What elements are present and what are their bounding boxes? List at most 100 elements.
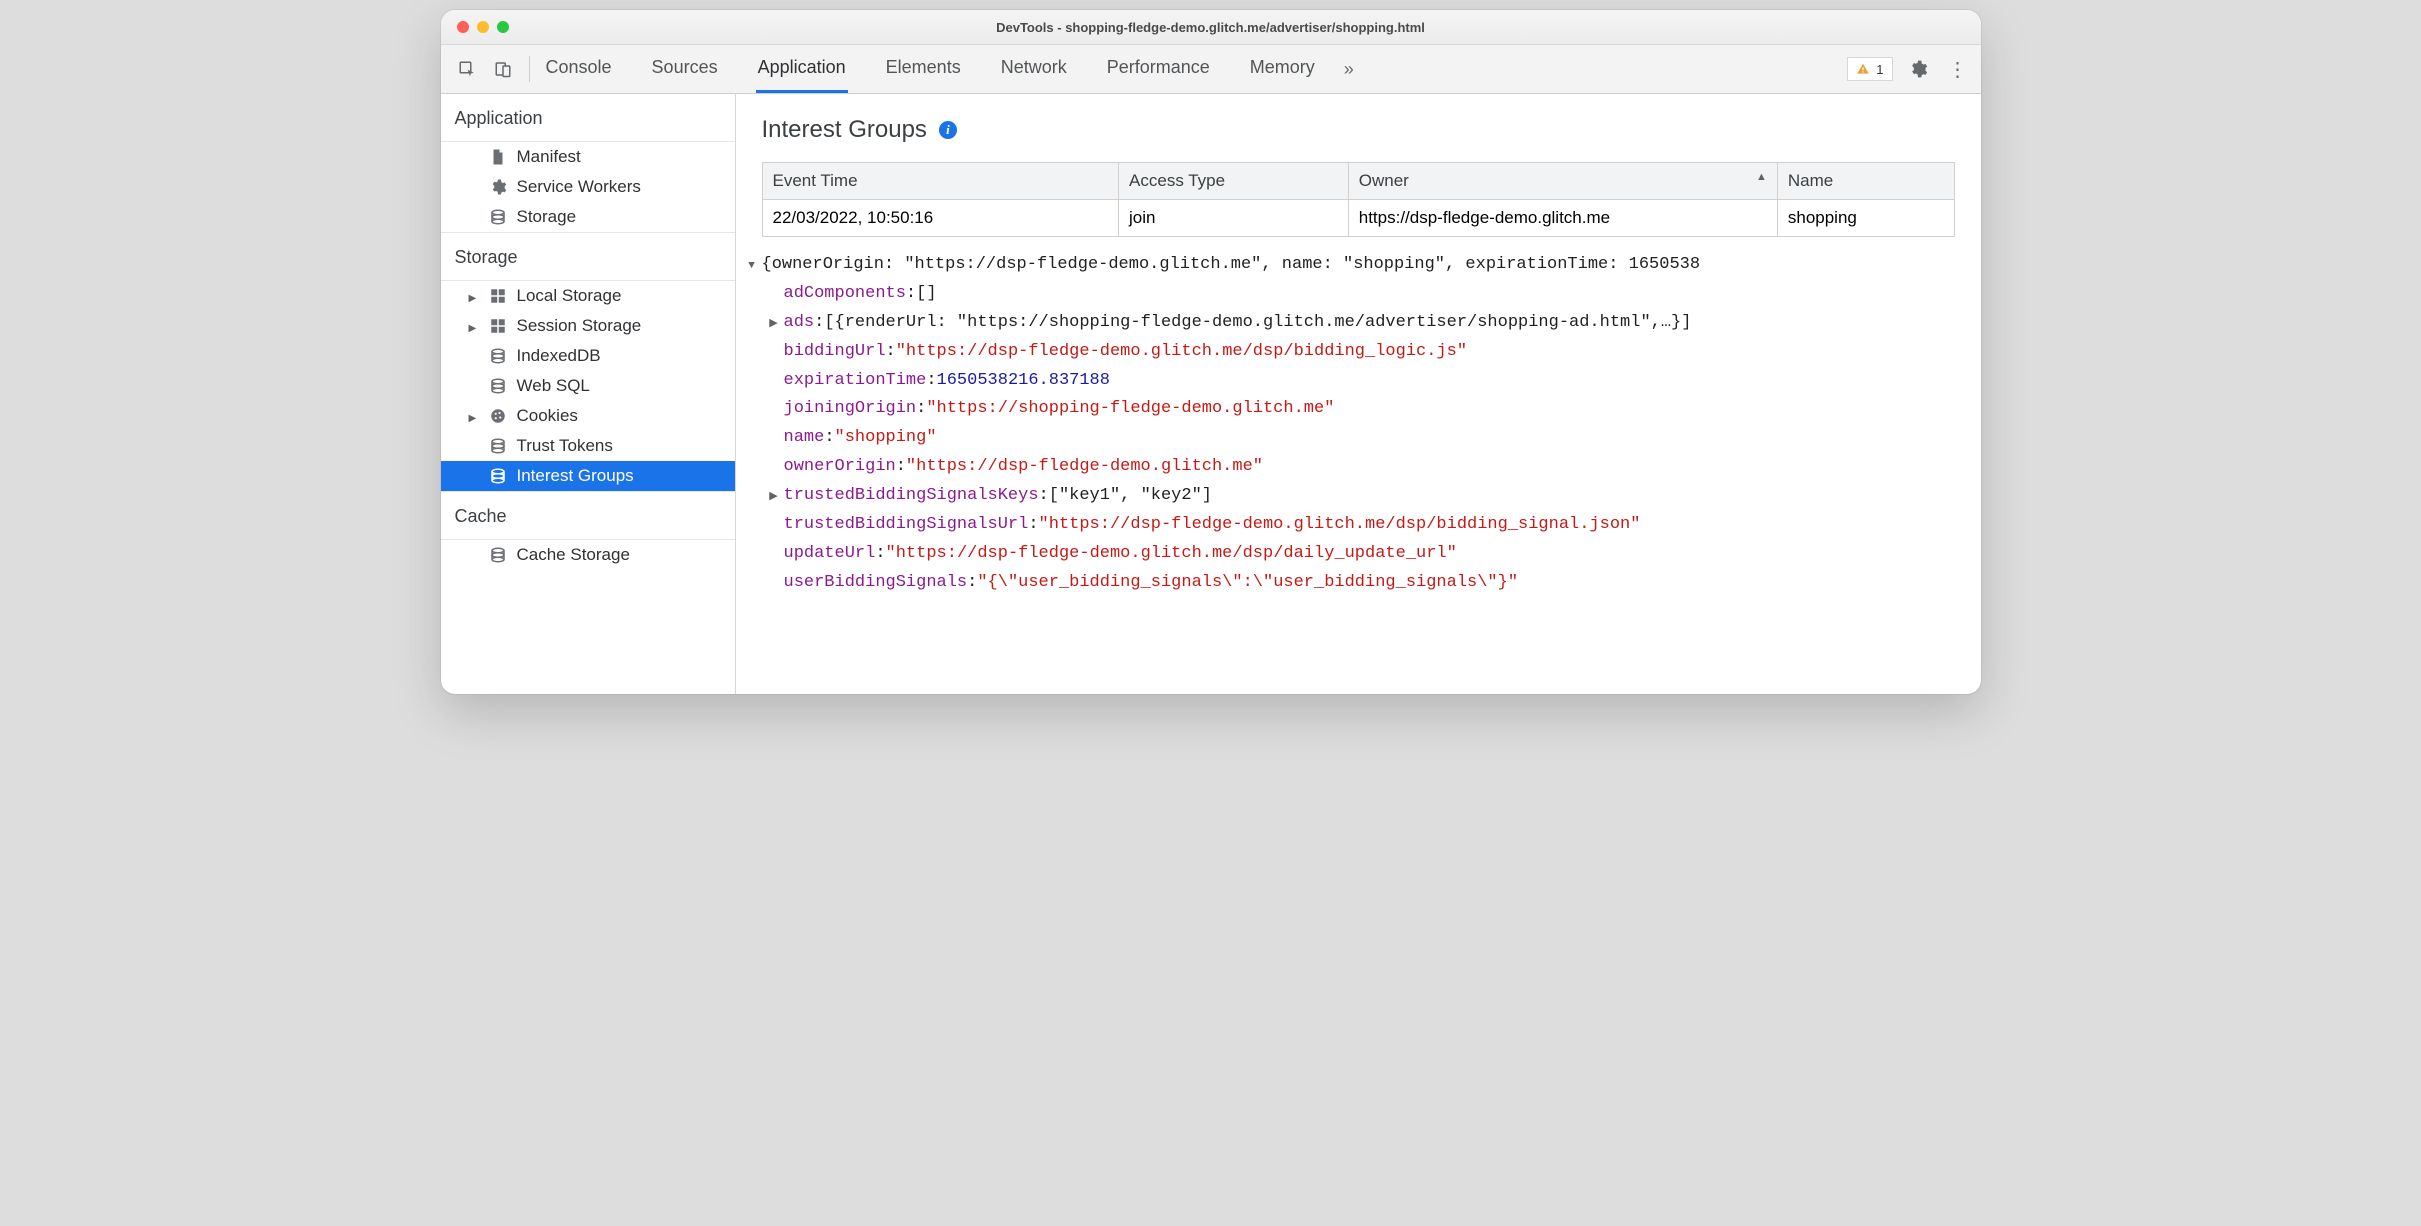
table-cell: 22/03/2022, 10:50:16	[762, 200, 1119, 237]
prop-key: biddingUrl	[784, 338, 886, 367]
column-header[interactable]: Name	[1777, 163, 1954, 200]
sidebar-item-web-sql[interactable]: Web SQL	[441, 371, 735, 401]
divider	[529, 56, 530, 82]
device-toggle-icon[interactable]	[489, 55, 517, 83]
panel-heading: Interest Groups i	[762, 116, 1955, 144]
db-icon	[489, 208, 507, 226]
sidebar-item-label: Interest Groups	[517, 466, 634, 486]
tab-console[interactable]: Console	[544, 45, 614, 93]
sidebar-item-indexeddb[interactable]: IndexedDB	[441, 341, 735, 371]
sidebar-item-label: Local Storage	[517, 286, 622, 306]
sidebar-item-label: Cookies	[517, 406, 578, 426]
devtools-window: DevTools - shopping-fledge-demo.glitch.m…	[441, 10, 1981, 694]
prop-key: userBiddingSignals	[784, 569, 968, 598]
warnings-badge[interactable]: 1	[1847, 57, 1892, 81]
prop-val: "https://dsp-fledge-demo.glitch.me"	[906, 453, 1263, 482]
sidebar-item-cookies[interactable]: Cookies	[441, 401, 735, 431]
sidebar-item-label: Session Storage	[517, 316, 642, 336]
tab-sources[interactable]: Sources	[650, 45, 720, 93]
prop-val: "{\"user_bidding_signals\":\"user_biddin…	[977, 569, 1518, 598]
prop-key: adComponents	[784, 280, 906, 309]
sidebar-group-header: Cache	[441, 492, 735, 540]
disclosure-triangle-icon[interactable]	[469, 316, 479, 336]
warnings-count: 1	[1876, 62, 1883, 77]
grid-icon	[489, 317, 507, 335]
minimize-window-button[interactable]	[477, 21, 489, 33]
prop-key: joiningOrigin	[784, 395, 917, 424]
sidebar-item-label: Cache Storage	[517, 545, 630, 565]
sidebar-item-label: Service Workers	[517, 177, 641, 197]
sidebar-item-label: Web SQL	[517, 376, 590, 396]
prop-key: trustedBiddingSignalsKeys	[784, 482, 1039, 511]
details-viewer: {ownerOrigin: "https://dsp-fledge-demo.g…	[736, 243, 1981, 606]
devtools-toolbar: Console Sources Application Elements Network…	[441, 45, 1981, 94]
gear-icon	[489, 178, 507, 196]
window-controls	[441, 21, 509, 33]
tab-application[interactable]: Application	[756, 45, 848, 93]
titlebar: DevTools - shopping-fledge-demo.glitch.m…	[441, 10, 1981, 45]
sort-indicator-icon: ▲	[1756, 171, 1767, 183]
sidebar-item-trust-tokens[interactable]: Trust Tokens	[441, 431, 735, 461]
inspect-element-icon[interactable]	[453, 55, 481, 83]
disclosure-triangle-icon[interactable]	[469, 406, 479, 426]
prop-key: trustedBiddingSignalsUrl	[784, 511, 1029, 540]
panel-heading-text: Interest Groups	[762, 116, 927, 144]
table-row[interactable]: 22/03/2022, 10:50:16joinhttps://dsp-fled…	[762, 200, 1954, 237]
expand-toggle-icon[interactable]	[764, 482, 784, 511]
more-options-icon[interactable]: ⋮	[1943, 57, 1973, 82]
prop-val: 1650538216.837188	[937, 367, 1110, 396]
prop-key: name	[784, 424, 825, 453]
settings-icon[interactable]	[1903, 59, 1933, 79]
prop-val: [{renderUrl: "https://shopping-fledge-de…	[824, 309, 1691, 338]
tab-network[interactable]: Network	[999, 45, 1069, 93]
sidebar-group-header: Storage	[441, 233, 735, 281]
close-window-button[interactable]	[457, 21, 469, 33]
sidebar-item-cache-storage[interactable]: Cache Storage	[441, 540, 735, 570]
sidebar-item-local-storage[interactable]: Local Storage	[441, 281, 735, 311]
window-title: DevTools - shopping-fledge-demo.glitch.m…	[441, 20, 1981, 35]
devtools-body: ApplicationManifestService WorkersStorag…	[441, 94, 1981, 694]
prop-key: ownerOrigin	[784, 453, 896, 482]
prop-val: "https://dsp-fledge-demo.glitch.me/dsp/d…	[886, 540, 1457, 569]
prop-key: ads	[784, 309, 815, 338]
db-icon	[489, 377, 507, 395]
sidebar-item-label: IndexedDB	[517, 346, 601, 366]
tab-performance[interactable]: Performance	[1105, 45, 1212, 93]
sidebar-item-label: Trust Tokens	[517, 436, 613, 456]
sidebar-item-manifest[interactable]: Manifest	[441, 142, 735, 172]
zoom-window-button[interactable]	[497, 21, 509, 33]
table-cell: https://dsp-fledge-demo.glitch.me	[1348, 200, 1777, 237]
db-icon	[489, 467, 507, 485]
sidebar-item-label: Storage	[517, 207, 577, 227]
tab-elements[interactable]: Elements	[884, 45, 963, 93]
prop-val: []	[916, 280, 936, 309]
application-main: Interest Groups i Event TimeAccess TypeO…	[736, 94, 1981, 694]
prop-key: expirationTime	[784, 367, 927, 396]
more-tabs-icon[interactable]: »	[1335, 55, 1363, 83]
cookie-icon	[489, 407, 507, 425]
events-table-wrap: Event TimeAccess TypeOwner▲Name22/03/202…	[736, 162, 1981, 243]
panel-tabs: Console Sources Application Elements Network…	[544, 45, 1317, 93]
disclosure-triangle-icon[interactable]	[469, 286, 479, 306]
column-header[interactable]: Owner▲	[1348, 163, 1777, 200]
column-header[interactable]: Event Time	[762, 163, 1119, 200]
sidebar-item-interest-groups[interactable]: Interest Groups	[441, 461, 735, 491]
table-cell: join	[1119, 200, 1349, 237]
tab-memory[interactable]: Memory	[1248, 45, 1317, 93]
expand-toggle-icon[interactable]	[764, 309, 784, 338]
prop-val: "shopping"	[835, 424, 937, 453]
column-header[interactable]: Access Type	[1119, 163, 1349, 200]
details-summary-line: {ownerOrigin: "https://dsp-fledge-demo.g…	[762, 251, 1701, 280]
info-icon[interactable]: i	[939, 121, 957, 139]
db-icon	[489, 546, 507, 564]
sidebar-item-service-workers[interactable]: Service Workers	[441, 172, 735, 202]
prop-val: "https://dsp-fledge-demo.glitch.me/dsp/b…	[1039, 511, 1641, 540]
db-icon	[489, 437, 507, 455]
table-cell: shopping	[1777, 200, 1954, 237]
sidebar-item-storage[interactable]: Storage	[441, 202, 735, 232]
sidebar-item-session-storage[interactable]: Session Storage	[441, 311, 735, 341]
expand-toggle-icon[interactable]	[742, 251, 762, 280]
prop-key: updateUrl	[784, 540, 876, 569]
grid-icon	[489, 287, 507, 305]
sidebar-item-label: Manifest	[517, 147, 581, 167]
